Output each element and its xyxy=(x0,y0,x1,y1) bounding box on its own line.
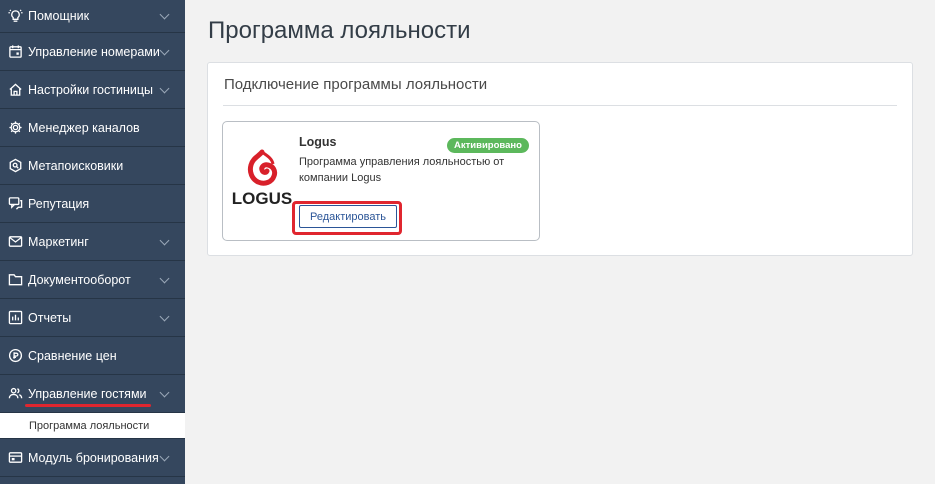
sidebar-item-metasearch[interactable]: Метапоисковики xyxy=(0,147,185,185)
active-item-highlight xyxy=(25,404,151,407)
loyalty-panel: Подключение программы лояльности LOGUS L… xyxy=(207,62,913,256)
folder-icon xyxy=(7,272,23,288)
integration-card: LOGUS Logus Активировано Программа управ… xyxy=(222,121,540,241)
booking-icon xyxy=(7,450,23,466)
sidebar-item-rooms[interactable]: Управление номерами xyxy=(0,33,185,71)
edit-button[interactable]: Редактировать xyxy=(299,205,397,228)
home-icon xyxy=(7,82,23,98)
lightbulb-icon xyxy=(7,8,23,24)
sidebar-item-documents[interactable]: Документооборот xyxy=(0,261,185,299)
sidebar: Помощник Управление номерами Настройки г… xyxy=(0,0,185,484)
chevron-down-icon xyxy=(159,273,170,283)
chevron-down-icon xyxy=(159,387,170,397)
chevron-down-icon xyxy=(159,83,170,93)
sidebar-item-channel-manager[interactable]: Менеджер каналов xyxy=(0,109,185,147)
integration-description: Программа управления лояльностью от комп… xyxy=(299,156,505,184)
chat-icon xyxy=(7,196,23,212)
sidebar-item-label: Управление номерами xyxy=(28,44,160,59)
chevron-down-icon xyxy=(159,45,170,55)
sidebar-item-guest-management[interactable]: Управление гостями xyxy=(0,375,185,413)
sidebar-item-label: Модуль бронирования xyxy=(28,450,159,465)
chevron-down-icon xyxy=(159,451,170,461)
chevron-down-icon xyxy=(159,235,170,245)
sidebar-item-label: Управление гостями xyxy=(28,386,147,401)
sidebar-item-label: Помощник xyxy=(28,9,90,23)
integration-name: Logus xyxy=(299,135,337,149)
gear-icon xyxy=(7,120,23,136)
sidebar-item-label: Менеджер каналов xyxy=(28,120,140,135)
sidebar-item-label: Метапоисковики xyxy=(28,158,124,173)
sidebar-item-label: Документооборот xyxy=(28,272,131,287)
mail-icon xyxy=(7,234,23,250)
status-badge: Активировано xyxy=(447,138,529,153)
calendar-icon xyxy=(7,44,23,60)
logo-text: LOGUS xyxy=(232,189,292,208)
users-icon xyxy=(7,386,23,402)
sidebar-item-assistant[interactable]: Помощник xyxy=(0,0,185,33)
sidebar-item-hotel-settings[interactable]: Настройки гостиницы xyxy=(0,71,185,109)
sidebar-item-label: Репутация xyxy=(28,196,90,211)
sidebar-item-price-compare[interactable]: Сравнение цен xyxy=(0,337,185,375)
chevron-down-icon xyxy=(159,9,170,20)
sidebar-item-label: Отчеты xyxy=(28,310,72,325)
logus-logo: LOGUS xyxy=(232,149,292,219)
sidebar-item-label: Маркетинг xyxy=(28,234,89,249)
sidebar-item-reports[interactable]: Отчеты xyxy=(0,299,185,337)
sidebar-subitem-loyalty[interactable]: Программа лояльности xyxy=(0,413,185,439)
divider xyxy=(223,105,897,106)
panel-title: Подключение программы лояльности xyxy=(224,76,488,93)
sidebar-item-reputation[interactable]: Репутация xyxy=(0,185,185,223)
sidebar-item-marketing[interactable]: Маркетинг xyxy=(0,223,185,261)
page-title: Программа лояльности xyxy=(208,17,471,44)
price-compare-icon xyxy=(7,348,23,364)
sidebar-item-label: Сравнение цен xyxy=(28,348,117,363)
sidebar-item-label: Настройки гостиницы xyxy=(28,82,153,97)
chevron-down-icon xyxy=(159,311,170,321)
hexagon-icon xyxy=(7,158,23,174)
sidebar-item-booking-module[interactable]: Модуль бронирования xyxy=(0,439,185,477)
bar-chart-icon xyxy=(7,310,23,326)
